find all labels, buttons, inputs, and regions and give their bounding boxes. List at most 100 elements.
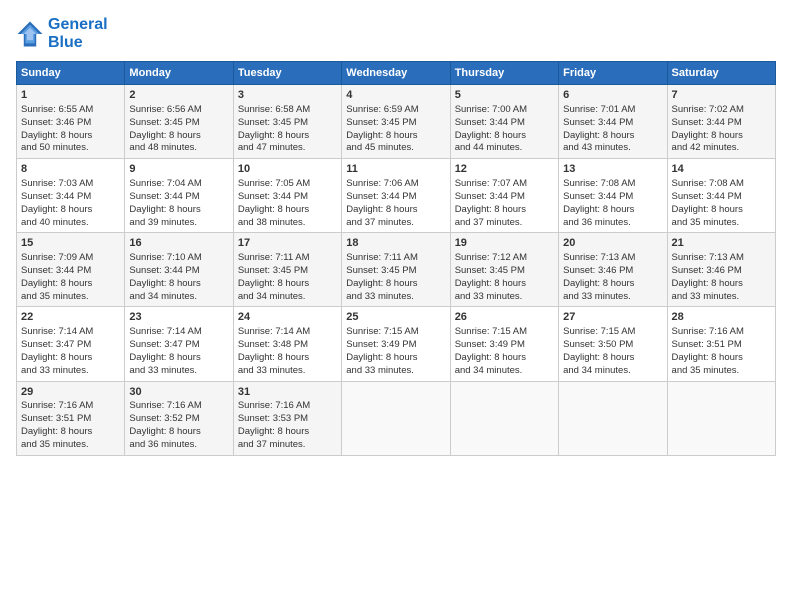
day-number: 3 <box>238 88 337 103</box>
cell-line: Sunrise: 7:04 AM <box>129 178 228 191</box>
calendar-cell: 25Sunrise: 7:15 AMSunset: 3:49 PMDayligh… <box>342 307 450 381</box>
cell-line: and 33 minutes. <box>238 365 337 378</box>
cell-line: Sunset: 3:46 PM <box>672 265 771 278</box>
cell-line: Sunrise: 7:16 AM <box>21 400 120 413</box>
day-number: 25 <box>346 310 445 325</box>
day-number: 28 <box>672 310 771 325</box>
cell-line: Daylight: 8 hours <box>672 204 771 217</box>
cell-line: Sunset: 3:47 PM <box>129 339 228 352</box>
cell-line: Daylight: 8 hours <box>346 204 445 217</box>
cell-line: Sunrise: 7:08 AM <box>563 178 662 191</box>
day-number: 7 <box>672 88 771 103</box>
cell-line: Sunset: 3:44 PM <box>129 265 228 278</box>
cell-line: Daylight: 8 hours <box>455 204 554 217</box>
cell-line: Daylight: 8 hours <box>21 278 120 291</box>
day-number: 15 <box>21 236 120 251</box>
column-header-saturday: Saturday <box>667 62 775 85</box>
cell-line: Sunset: 3:48 PM <box>238 339 337 352</box>
cell-line: and 36 minutes. <box>563 217 662 230</box>
logo-icon <box>16 20 44 48</box>
day-number: 9 <box>129 162 228 177</box>
calendar-cell: 8Sunrise: 7:03 AMSunset: 3:44 PMDaylight… <box>17 159 125 233</box>
cell-line: and 33 minutes. <box>455 291 554 304</box>
cell-line: Daylight: 8 hours <box>129 352 228 365</box>
cell-line: and 33 minutes. <box>129 365 228 378</box>
cell-line: Sunrise: 6:59 AM <box>346 104 445 117</box>
day-number: 27 <box>563 310 662 325</box>
cell-line: and 33 minutes. <box>563 291 662 304</box>
day-number: 22 <box>21 310 120 325</box>
cell-line: and 37 minutes. <box>238 439 337 452</box>
day-number: 10 <box>238 162 337 177</box>
calendar-cell: 2Sunrise: 6:56 AMSunset: 3:45 PMDaylight… <box>125 85 233 159</box>
calendar-cell: 28Sunrise: 7:16 AMSunset: 3:51 PMDayligh… <box>667 307 775 381</box>
cell-line: Sunset: 3:46 PM <box>563 265 662 278</box>
cell-line: Daylight: 8 hours <box>129 204 228 217</box>
day-number: 1 <box>21 88 120 103</box>
cell-line: Daylight: 8 hours <box>21 204 120 217</box>
day-number: 26 <box>455 310 554 325</box>
cell-line: Daylight: 8 hours <box>238 204 337 217</box>
day-number: 30 <box>129 385 228 400</box>
cell-line: Daylight: 8 hours <box>129 426 228 439</box>
cell-line: and 45 minutes. <box>346 142 445 155</box>
calendar-cell: 29Sunrise: 7:16 AMSunset: 3:51 PMDayligh… <box>17 381 125 455</box>
logo: General Blue <box>16 16 108 51</box>
cell-line: and 37 minutes. <box>455 217 554 230</box>
cell-line: Sunset: 3:51 PM <box>21 413 120 426</box>
cell-line: and 47 minutes. <box>238 142 337 155</box>
cell-line: Sunset: 3:47 PM <box>21 339 120 352</box>
cell-line: Sunrise: 7:14 AM <box>129 326 228 339</box>
cell-line: Daylight: 8 hours <box>238 278 337 291</box>
calendar-cell: 24Sunrise: 7:14 AMSunset: 3:48 PMDayligh… <box>233 307 341 381</box>
day-number: 2 <box>129 88 228 103</box>
cell-line: and 34 minutes. <box>238 291 337 304</box>
cell-line: Sunrise: 7:14 AM <box>238 326 337 339</box>
cell-line: Sunrise: 7:02 AM <box>672 104 771 117</box>
day-number: 13 <box>563 162 662 177</box>
cell-line: and 33 minutes. <box>21 365 120 378</box>
calendar-cell: 31Sunrise: 7:16 AMSunset: 3:53 PMDayligh… <box>233 381 341 455</box>
cell-line: Sunrise: 7:05 AM <box>238 178 337 191</box>
day-number: 19 <box>455 236 554 251</box>
calendar-cell: 12Sunrise: 7:07 AMSunset: 3:44 PMDayligh… <box>450 159 558 233</box>
day-number: 4 <box>346 88 445 103</box>
cell-line: Daylight: 8 hours <box>672 278 771 291</box>
cell-line: Sunrise: 7:03 AM <box>21 178 120 191</box>
header: General Blue <box>16 16 776 51</box>
header-row: SundayMondayTuesdayWednesdayThursdayFrid… <box>17 62 776 85</box>
cell-line: Sunset: 3:44 PM <box>455 117 554 130</box>
cell-line: and 33 minutes. <box>346 365 445 378</box>
day-number: 31 <box>238 385 337 400</box>
cell-line: Sunset: 3:53 PM <box>238 413 337 426</box>
cell-line: Daylight: 8 hours <box>563 278 662 291</box>
cell-line: and 48 minutes. <box>129 142 228 155</box>
cell-line: Sunset: 3:45 PM <box>455 265 554 278</box>
calendar-cell: 7Sunrise: 7:02 AMSunset: 3:44 PMDaylight… <box>667 85 775 159</box>
cell-line: Daylight: 8 hours <box>129 130 228 143</box>
table-header: SundayMondayTuesdayWednesdayThursdayFrid… <box>17 62 776 85</box>
calendar-cell: 14Sunrise: 7:08 AMSunset: 3:44 PMDayligh… <box>667 159 775 233</box>
cell-line: Sunset: 3:45 PM <box>129 117 228 130</box>
cell-line: Daylight: 8 hours <box>21 130 120 143</box>
cell-line: Daylight: 8 hours <box>238 352 337 365</box>
column-header-friday: Friday <box>559 62 667 85</box>
calendar-cell: 18Sunrise: 7:11 AMSunset: 3:45 PMDayligh… <box>342 233 450 307</box>
calendar-cell: 5Sunrise: 7:00 AMSunset: 3:44 PMDaylight… <box>450 85 558 159</box>
cell-line: Sunset: 3:44 PM <box>21 265 120 278</box>
cell-line: Sunset: 3:44 PM <box>563 191 662 204</box>
column-header-tuesday: Tuesday <box>233 62 341 85</box>
day-number: 12 <box>455 162 554 177</box>
calendar-cell: 20Sunrise: 7:13 AMSunset: 3:46 PMDayligh… <box>559 233 667 307</box>
cell-line: Sunset: 3:52 PM <box>129 413 228 426</box>
column-header-thursday: Thursday <box>450 62 558 85</box>
cell-line: Daylight: 8 hours <box>346 130 445 143</box>
cell-line: Sunset: 3:44 PM <box>455 191 554 204</box>
cell-line: Sunset: 3:44 PM <box>238 191 337 204</box>
cell-line: Sunrise: 7:13 AM <box>563 252 662 265</box>
cell-line: Sunset: 3:46 PM <box>21 117 120 130</box>
cell-line: Sunrise: 7:09 AM <box>21 252 120 265</box>
cell-line: Sunrise: 7:16 AM <box>238 400 337 413</box>
cell-line: and 33 minutes. <box>672 291 771 304</box>
cell-line: Sunrise: 7:07 AM <box>455 178 554 191</box>
